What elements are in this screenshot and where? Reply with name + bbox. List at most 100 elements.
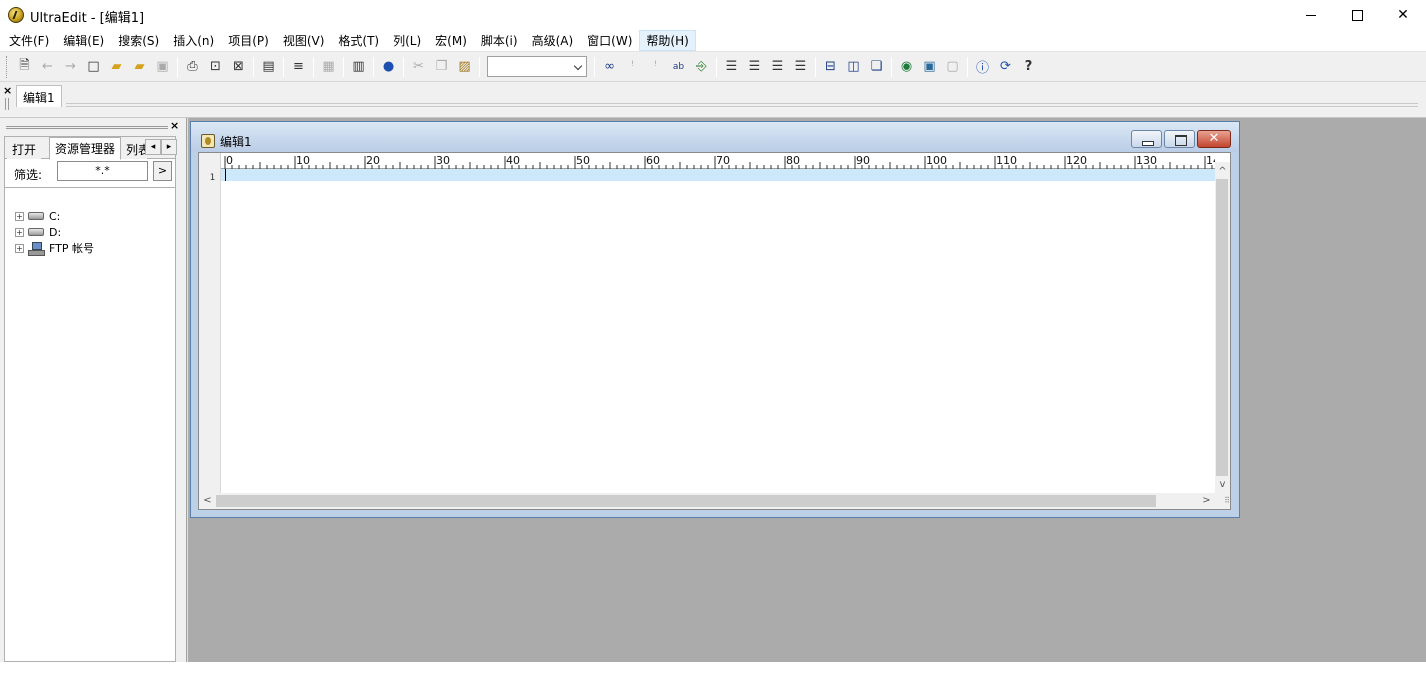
tab-open[interactable]: 打开 [7, 139, 42, 159]
align-left-icon[interactable]: ☰ [721, 56, 743, 78]
tree-item-label: C: [49, 209, 61, 223]
tab-scroll-right-icon[interactable]: ▸ [161, 139, 177, 155]
clipboard-select[interactable] [487, 56, 587, 77]
toolbar-separator [815, 56, 816, 77]
tree-item-ftp-accounts[interactable]: + FTP 帐号 [15, 241, 94, 256]
minimize-button[interactable] [1288, 0, 1334, 30]
vertical-scroll-thumb[interactable] [1216, 179, 1228, 476]
update-check-icon[interactable]: ⟳ [995, 56, 1017, 78]
ruler-label: 120 [1066, 154, 1087, 167]
tile-vertical-icon[interactable]: ◫ [843, 56, 865, 78]
panel-close-icon[interactable]: × [170, 119, 179, 132]
new-file-from-template-icon[interactable]: 🗎 [14, 56, 36, 78]
toolbar-separator [967, 56, 968, 77]
editor-title-bar[interactable]: 编辑1 ✕ [191, 122, 1239, 152]
drive-icon [28, 228, 44, 236]
info-icon[interactable]: ⓘ [972, 56, 994, 78]
current-line-highlight[interactable] [221, 169, 1216, 181]
expand-icon[interactable]: + [15, 211, 24, 221]
scroll-left-icon[interactable]: < [200, 493, 215, 508]
hex-mode-icon[interactable]: ▦ [318, 56, 340, 78]
forward-arrow-icon[interactable]: → [60, 56, 82, 78]
tree-item-drive-d[interactable]: + D: [15, 225, 61, 239]
menu-window[interactable]: 窗口(W) [580, 30, 639, 51]
tab-scroll-left-icon[interactable]: ◂ [145, 139, 161, 155]
expand-icon[interactable]: + [15, 243, 24, 253]
ftp-save-icon[interactable]: ▢ [942, 56, 964, 78]
vertical-scrollbar[interactable]: ^ v [1215, 162, 1230, 493]
scroll-right-icon[interactable]: > [1199, 493, 1214, 508]
menu-bar: 文件(F) 编辑(E) 搜索(S) 插入(n) 项目(P) 视图(V) 格式(T… [0, 30, 1426, 52]
menu-view[interactable]: 视图(V) [276, 30, 332, 51]
open-file-icon[interactable]: ▰ [106, 56, 128, 78]
menu-help[interactable]: 帮助(H) [639, 30, 696, 51]
tabbar-close-icon[interactable]: × [3, 84, 12, 97]
line-number-gutter: 1 [199, 169, 221, 493]
open-folder-icon[interactable]: ▰ [129, 56, 151, 78]
editor-close-button[interactable]: ✕ [1197, 130, 1231, 148]
justify-icon[interactable]: ☰ [790, 56, 812, 78]
align-center-icon[interactable]: ☰ [744, 56, 766, 78]
ftp-open-icon[interactable]: ▣ [919, 56, 941, 78]
menu-macro[interactable]: 宏(M) [428, 30, 474, 51]
scroll-down-icon[interactable]: v [1215, 477, 1230, 492]
tab-document-1[interactable]: 编辑1 [16, 85, 62, 107]
new-file-icon[interactable]: □ [83, 56, 105, 78]
browser-icon[interactable]: ● [378, 56, 400, 78]
maximize-button[interactable] [1334, 0, 1380, 30]
menu-search[interactable]: 搜索(S) [111, 30, 166, 51]
menu-format[interactable]: 格式(T) [331, 30, 386, 51]
panel-grip[interactable] [6, 126, 168, 129]
find-next-icon[interactable]: ꜝ [622, 56, 644, 78]
replace-icon[interactable]: ab [668, 56, 690, 78]
toolbar-separator [343, 56, 344, 77]
menu-file[interactable]: 文件(F) [2, 30, 56, 51]
editor-minimize-button[interactable] [1131, 130, 1162, 148]
paste-icon[interactable]: ▨ [454, 56, 476, 78]
scroll-up-icon[interactable]: ^ [1215, 164, 1230, 179]
save-icon[interactable]: ▣ [152, 56, 174, 78]
help-icon[interactable]: ? [1018, 56, 1040, 78]
size-grip-icon[interactable]: ⠿ [1215, 493, 1230, 509]
tabbar-grip[interactable] [5, 98, 9, 110]
find-previous-icon[interactable]: ꜝ [645, 56, 667, 78]
document-icon[interactable]: ▤ [258, 56, 280, 78]
menu-column[interactable]: 列(L) [386, 30, 428, 51]
toolbar-grip[interactable] [6, 55, 9, 78]
tab-list[interactable]: 列表 [121, 139, 147, 159]
menu-project[interactable]: 项目(P) [221, 30, 276, 51]
ruler-label: 110 [996, 154, 1017, 167]
tile-horizontal-icon[interactable]: ⊟ [820, 56, 842, 78]
filter-label: 筛选: [14, 168, 43, 182]
expand-icon[interactable]: + [15, 227, 24, 237]
horizontal-scroll-thumb[interactable] [216, 495, 1156, 507]
close-button[interactable]: ✕ [1380, 0, 1426, 30]
menu-edit[interactable]: 编辑(E) [56, 30, 111, 51]
filter-apply-button[interactable]: > [153, 161, 172, 181]
back-arrow-icon[interactable]: ← [37, 56, 59, 78]
align-right-icon[interactable]: ☰ [767, 56, 789, 78]
print-preview-icon[interactable]: ⊡ [205, 56, 227, 78]
tree-item-label: FTP 帐号 [49, 242, 94, 255]
cascade-icon[interactable]: ❏ [866, 56, 888, 78]
print-setup-icon[interactable]: ⊠ [228, 56, 250, 78]
goto-line-icon[interactable]: ⎆ [691, 56, 713, 78]
cut-icon[interactable]: ✂ [408, 56, 430, 78]
menu-script[interactable]: 脚本(i) [474, 30, 525, 51]
tab-explorer[interactable]: 资源管理器 [49, 137, 122, 160]
editor-restore-button[interactable] [1164, 130, 1195, 148]
clipboard-list-icon[interactable]: ▥ [348, 56, 370, 78]
copy-icon[interactable]: ❐ [431, 56, 453, 78]
horizontal-scrollbar[interactable]: < > [199, 493, 1215, 509]
toolbar-separator [403, 56, 404, 77]
tabbar-track [66, 103, 1418, 107]
tree-item-drive-c[interactable]: + C: [15, 209, 60, 223]
find-icon[interactable]: ∞ [599, 56, 621, 78]
filter-input[interactable]: *.* [57, 161, 148, 181]
globe-icon[interactable]: ◉ [896, 56, 918, 78]
menu-insert[interactable]: 插入(n) [166, 30, 221, 51]
print-icon[interactable]: ⎙ [182, 56, 204, 78]
word-wrap-icon[interactable]: ≡ [288, 56, 310, 78]
ruler-label: 50 [576, 154, 590, 167]
menu-advanced[interactable]: 高级(A) [525, 30, 581, 51]
